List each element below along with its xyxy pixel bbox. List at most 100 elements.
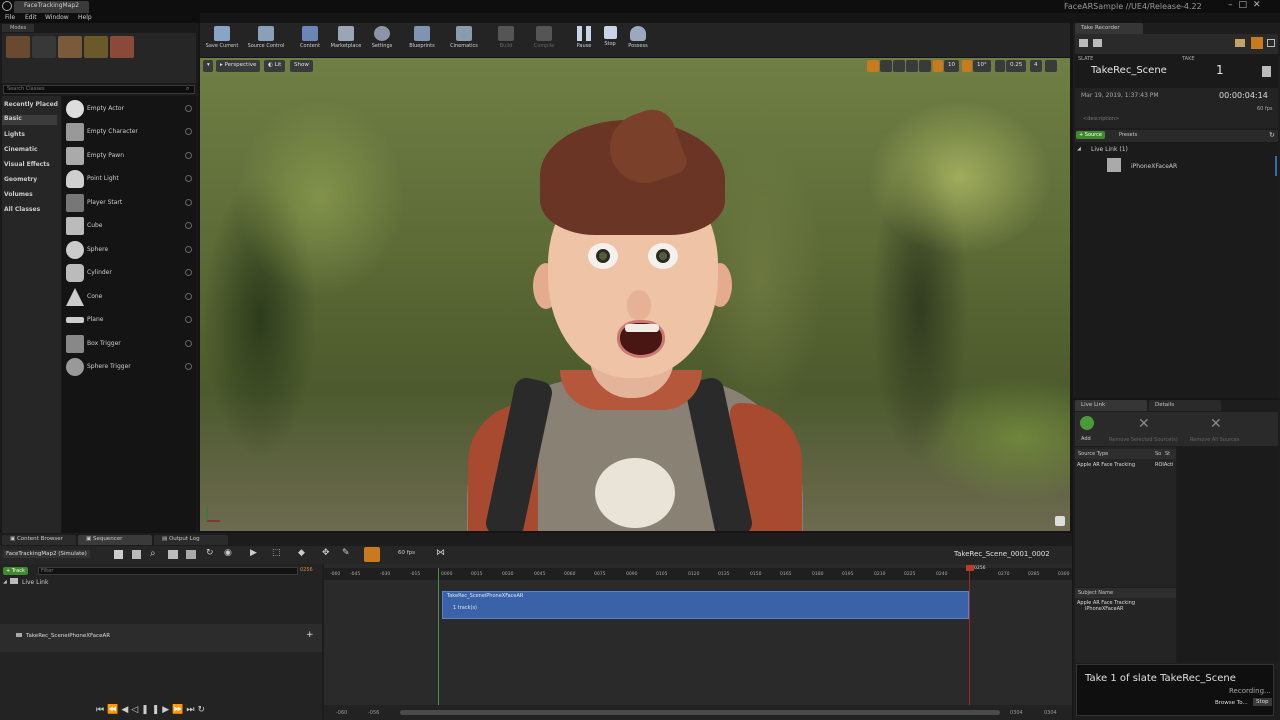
playhead-line[interactable] (969, 568, 970, 720)
take-number-field[interactable]: 1 (1216, 63, 1224, 77)
list-item[interactable]: Cone (64, 286, 194, 308)
search-classes-input[interactable]: Search Classes (3, 85, 195, 94)
col-source[interactable]: So (1155, 451, 1161, 457)
list-item[interactable]: Box Trigger (64, 333, 194, 355)
table-row[interactable]: Apple AR Face Tracking (1077, 462, 1135, 468)
subject-item[interactable]: iPhoneXFaceAR (1085, 606, 1124, 612)
recorded-section[interactable]: TakeRec_SceneiPhoneXFaceAR 1 track(s) (442, 591, 969, 619)
range-start-view[interactable]: -056 (368, 710, 379, 716)
show-button[interactable]: Show (290, 60, 313, 72)
source-group[interactable]: Live Link (1) (1091, 146, 1128, 153)
rotate-icon[interactable] (880, 60, 892, 72)
jump-end-icon[interactable]: ⏭ (186, 705, 197, 715)
scale-icon[interactable] (893, 60, 905, 72)
menu-help[interactable]: Help (78, 14, 92, 21)
slate-field[interactable]: TakeRec_Scene (1091, 65, 1167, 76)
level-sequence-icon[interactable] (1093, 39, 1102, 47)
list-item[interactable]: Sphere Trigger (64, 356, 194, 378)
category-lights[interactable]: Lights (4, 131, 25, 138)
range-end[interactable]: 0304 (1044, 710, 1057, 716)
time-ruler[interactable]: -060 -045 -030 -015 0000 0015 0030 0045 … (324, 566, 1072, 580)
scale-snap-icon[interactable] (995, 60, 1005, 72)
col-source-type[interactable]: Source Type (1078, 451, 1108, 457)
browse-to-link[interactable]: Browse To... (1215, 700, 1248, 706)
scale-snap-value[interactable]: 0.25 (1006, 60, 1027, 72)
eye-icon[interactable]: ◉ (224, 548, 232, 558)
col-subject-name[interactable]: Subject Name (1078, 590, 1113, 596)
transform-icon[interactable]: ✥ (322, 548, 330, 558)
open-icon[interactable] (1267, 39, 1275, 47)
cinematics-button[interactable]: Cinematics (442, 25, 486, 55)
add-button[interactable]: Add (1081, 436, 1091, 442)
close-icon[interactable]: ✕ (1253, 0, 1267, 10)
camera-speed-value[interactable]: 4 (1030, 60, 1042, 72)
track-group[interactable]: Live Link (22, 579, 48, 586)
tab-output-log[interactable]: ▤ Output Log (154, 535, 228, 545)
tab-content-browser[interactable]: ▣ Content Browser (2, 535, 76, 545)
content-button[interactable]: Content (290, 25, 330, 55)
list-item[interactable]: Empty Pawn (64, 145, 194, 167)
add-source-button[interactable]: + Source (1076, 131, 1105, 139)
category-volumes[interactable]: Volumes (4, 191, 33, 198)
jump-start-icon[interactable]: ⏮ (96, 705, 107, 715)
folder-icon[interactable] (1235, 39, 1245, 47)
list-item[interactable]: Point Light (64, 168, 194, 190)
category-basic[interactable]: Basic (2, 115, 57, 125)
world-select[interactable]: FaceTrackingMap2 (Simulate) (3, 550, 90, 558)
range-end-view[interactable]: 0304 (1010, 710, 1023, 716)
refresh-icon[interactable]: ↻ (206, 548, 214, 558)
category-geometry[interactable]: Geometry (4, 176, 37, 183)
document-tab[interactable]: FaceTrackingMap2 (14, 1, 90, 13)
list-item[interactable]: Sphere (64, 239, 194, 261)
transport-controls[interactable]: ⏮⏪◀◁❚❚▶⏩⏭↻ (96, 705, 208, 715)
playhead-handle[interactable] (966, 565, 974, 571)
fps-select[interactable]: 60 fps (398, 550, 415, 556)
tab-take-recorder[interactable]: Take Recorder (1075, 23, 1143, 34)
minimize-icon[interactable]: – (1228, 0, 1239, 10)
snap-icon[interactable] (364, 547, 380, 562)
refresh-icon[interactable]: ↻ (1269, 131, 1275, 139)
grid-size-value[interactable]: 10 (944, 60, 959, 72)
info-icon[interactable] (185, 105, 192, 112)
save-as-icon[interactable] (132, 550, 141, 559)
tab-details[interactable]: Details (1149, 400, 1221, 411)
info-icon[interactable] (185, 293, 192, 300)
info-icon[interactable] (185, 199, 192, 206)
list-item[interactable]: Cube (64, 215, 194, 237)
window-controls[interactable]: –□✕ (1228, 0, 1267, 10)
remove-selected-icon[interactable]: ✕ (1138, 416, 1150, 432)
timeline-scrollbar[interactable] (400, 710, 1000, 715)
settings-toggle-icon[interactable] (1251, 37, 1263, 49)
track-row[interactable]: TakeRec_SceneiPhoneXFaceAR + (0, 624, 322, 652)
rotation-snap-icon[interactable] (962, 60, 972, 72)
maximize-icon[interactable]: □ (1239, 0, 1254, 10)
source-item[interactable]: iPhoneXFaceAR (1131, 163, 1177, 170)
lit-button[interactable]: ◐ Lit (264, 60, 286, 72)
rotation-snap-value[interactable]: 10° (973, 60, 991, 72)
paint-mode-icon[interactable] (32, 36, 56, 58)
next-key-icon[interactable]: ⏩ (172, 705, 186, 715)
info-icon[interactable] (185, 152, 192, 159)
list-item[interactable]: Plane (64, 309, 194, 331)
stop-recording-button[interactable]: Stop (1253, 698, 1272, 706)
settings-button[interactable]: Settings (362, 25, 402, 55)
landscape-mode-icon[interactable] (58, 36, 82, 58)
info-icon[interactable] (185, 175, 192, 182)
loop-icon[interactable]: ↻ (198, 705, 209, 715)
info-icon[interactable] (185, 316, 192, 323)
col-status[interactable]: St (1165, 451, 1170, 457)
translate-icon[interactable] (867, 60, 879, 72)
source-control-button[interactable]: Source Control (244, 25, 288, 55)
collapse-icon[interactable]: ◢ (3, 579, 7, 585)
remove-all-icon[interactable]: ✕ (1210, 416, 1222, 432)
add-subtrack-icon[interactable]: + (306, 630, 314, 640)
blueprints-button[interactable]: Blueprints (400, 25, 444, 55)
perspective-button[interactable]: ▸ Perspective (216, 60, 261, 72)
add-track-button[interactable]: + Track (3, 567, 28, 575)
compile-button[interactable]: Compile (522, 25, 566, 55)
list-item[interactable]: Empty Actor (64, 98, 194, 120)
save-icon[interactable] (114, 550, 123, 559)
info-icon[interactable] (185, 363, 192, 370)
presets-button[interactable]: Presets (1119, 132, 1137, 138)
camera-icon[interactable] (168, 550, 178, 559)
